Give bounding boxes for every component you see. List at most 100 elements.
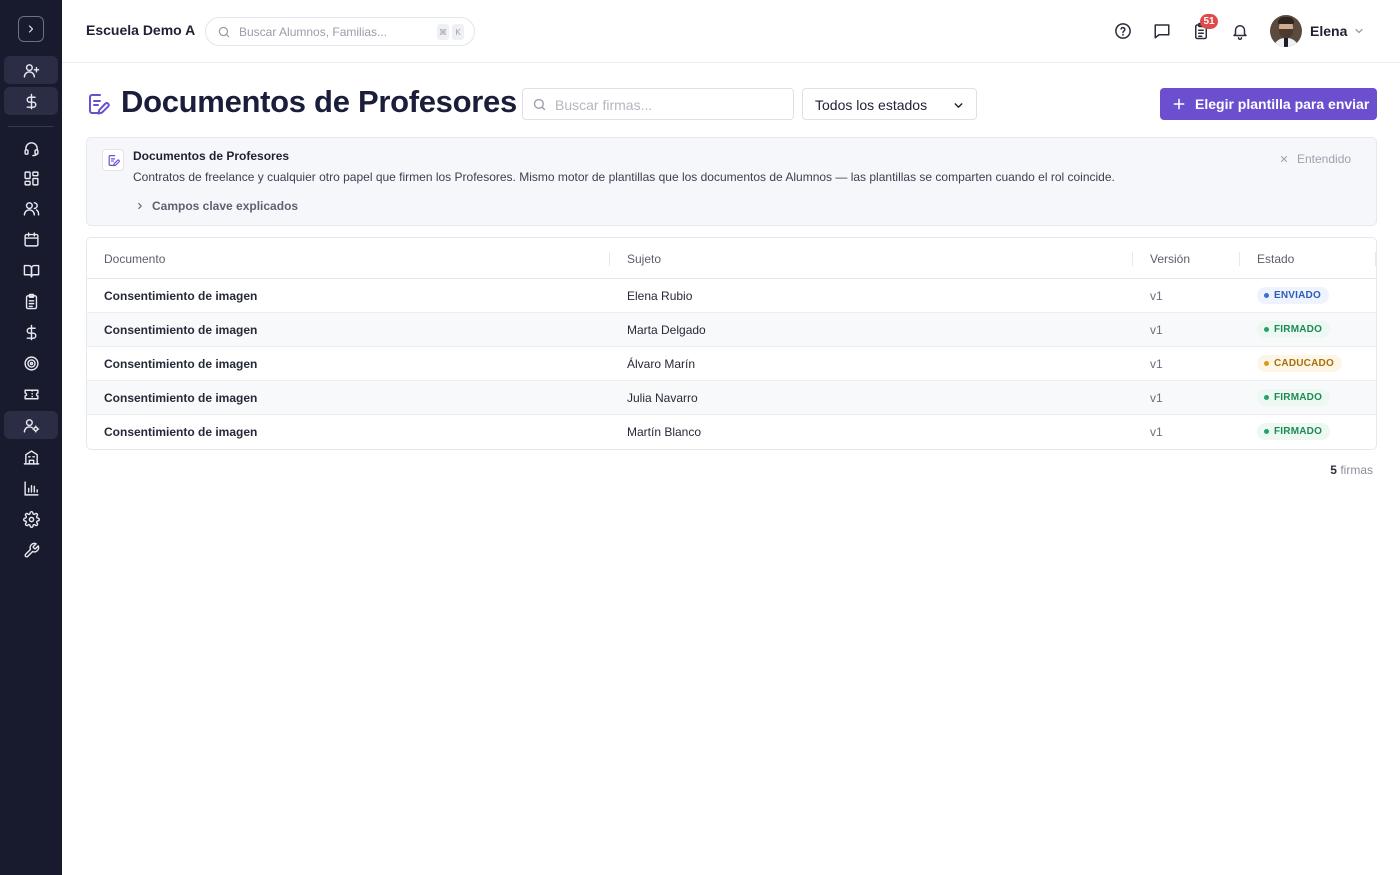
user-avatar[interactable] — [1270, 15, 1302, 47]
choose-template-button[interactable]: Elegir plantilla para enviar — [1160, 88, 1377, 120]
banner-dismiss-label: Entendido — [1297, 152, 1352, 166]
subject-cell: Julia Navarro — [627, 391, 698, 405]
column-resize-handle[interactable] — [1239, 252, 1240, 266]
table-row[interactable]: Consentimiento de imagen Elena Rubio v1 … — [87, 279, 1376, 313]
banner-title: Documentos de Profesores — [133, 149, 290, 163]
target-icon — [23, 355, 39, 371]
status-filter-value: Todos los estados — [815, 97, 928, 113]
table-row[interactable]: Consentimiento de imagen Martín Blanco v… — [87, 415, 1376, 449]
sidebar-item-goals[interactable] — [4, 349, 58, 377]
gear-icon — [22, 510, 40, 528]
column-header-version[interactable]: Versión — [1150, 252, 1190, 266]
wrench-icon — [23, 542, 39, 558]
global-search-input[interactable]: Buscar Alumnos, Familias... ⌘ K — [205, 17, 475, 46]
sidebar-item-reports[interactable] — [4, 474, 58, 502]
table-header: Documento Sujeto Versión Estado — [87, 238, 1376, 279]
sidebar-expand-button[interactable] — [18, 16, 44, 42]
document-cell: Consentimiento de imagen — [104, 289, 258, 303]
status-badge: CADUCADO — [1257, 355, 1342, 372]
choose-template-button-label: Elegir plantilla para enviar — [1195, 96, 1370, 112]
user-name[interactable]: Elena — [1310, 23, 1347, 39]
status-badge-label: FIRMADO — [1274, 426, 1323, 437]
sidebar-item-add-user[interactable] — [4, 56, 58, 84]
table-row[interactable]: Consentimiento de imagen Álvaro Marín v1… — [87, 347, 1376, 381]
sidebar-item-tickets[interactable] — [4, 380, 58, 408]
sidebar-item-school[interactable] — [4, 443, 58, 471]
status-badge-label: CADUCADO — [1274, 358, 1334, 369]
help-button[interactable] — [1112, 20, 1134, 42]
status-filter-select[interactable]: Todos los estados — [802, 88, 977, 120]
key-fields-expander[interactable]: Campos clave explicados — [135, 199, 298, 213]
status-badge-label: FIRMADO — [1274, 324, 1323, 335]
notifications-button[interactable] — [1229, 20, 1251, 42]
sidebar-item-dashboard[interactable] — [4, 164, 58, 192]
document-cell: Consentimiento de imagen — [104, 425, 258, 439]
status-badge: FIRMADO — [1257, 423, 1331, 440]
banner-description: Contratos de freelance y cualquier otro … — [133, 170, 1115, 184]
banner-dismiss-button[interactable]: Entendido — [1279, 152, 1351, 166]
version-cell: v1 — [1150, 357, 1163, 371]
dollar-icon — [26, 93, 36, 109]
signatures-table: Documento Sujeto Versión Estado Consenti… — [86, 237, 1377, 450]
column-resize-handle[interactable] — [609, 252, 610, 266]
signatures-search-placeholder: Buscar firmas... — [555, 97, 653, 113]
status-dot — [1264, 327, 1269, 332]
chevron-right-icon — [28, 25, 34, 33]
sidebar-item-payments[interactable] — [4, 318, 58, 346]
search-icon — [218, 26, 230, 38]
column-header-document[interactable]: Documento — [104, 252, 165, 266]
signatures-count-number: 5 — [1330, 463, 1337, 477]
column-header-subject[interactable]: Sujeto — [627, 252, 661, 266]
top-bar: Escuela Demo A Buscar Alumnos, Familias.… — [62, 0, 1400, 63]
ticket-icon — [23, 389, 39, 399]
plus-icon — [1173, 98, 1185, 110]
version-cell: v1 — [1150, 391, 1163, 405]
sidebar-item-calendar[interactable] — [4, 225, 58, 253]
building-icon — [23, 449, 39, 465]
status-badge: FIRMADO — [1257, 321, 1331, 338]
table-row[interactable]: Consentimiento de imagen Julia Navarro v… — [87, 381, 1376, 415]
subject-cell: Elena Rubio — [627, 289, 693, 303]
column-header-status[interactable]: Estado — [1257, 252, 1294, 266]
status-badge-label: FIRMADO — [1274, 392, 1323, 403]
sidebar-item-tools[interactable] — [4, 536, 58, 564]
column-resize-handle[interactable] — [1132, 252, 1133, 266]
sidebar-item-billing[interactable] — [4, 87, 58, 115]
table-row[interactable]: Consentimiento de imagen Marta Delgado v… — [87, 313, 1376, 347]
subject-cell: Marta Delgado — [627, 323, 706, 337]
dashboard-grid-icon — [23, 170, 39, 186]
users-icon — [23, 201, 39, 216]
message-square-icon — [1154, 24, 1170, 39]
notification-count-badge: 51 — [1200, 14, 1218, 29]
version-cell: v1 — [1150, 289, 1163, 303]
bell-icon — [1233, 25, 1247, 40]
info-banner: Documentos de Profesores Contratos de fr… — [86, 137, 1377, 226]
version-cell: v1 — [1150, 323, 1163, 337]
subject-cell: Martín Blanco — [627, 425, 702, 439]
sidebar-item-settings[interactable] — [4, 505, 58, 533]
headset-icon — [23, 141, 39, 156]
column-resize-handle[interactable] — [1375, 252, 1376, 266]
messages-button[interactable] — [1151, 20, 1173, 42]
status-dot — [1264, 293, 1269, 298]
chevron-down-icon — [954, 103, 963, 108]
document-cell: Consentimiento de imagen — [104, 357, 258, 371]
close-icon — [1280, 155, 1288, 163]
sidebar-item-staff[interactable] — [4, 411, 58, 439]
sidebar-item-courses[interactable] — [4, 256, 58, 284]
signatures-count: 5 firmas — [1330, 463, 1373, 477]
signature-document-icon — [89, 94, 110, 115]
status-badge: ENVIADO — [1257, 287, 1329, 304]
user-settings-icon — [23, 418, 39, 433]
bar-chart-icon — [23, 480, 39, 496]
version-cell: v1 — [1150, 425, 1163, 439]
chevron-down-icon[interactable] — [1353, 25, 1365, 37]
sidebar-item-people[interactable] — [4, 194, 58, 222]
shortcut-key-cmd: ⌘ — [437, 24, 449, 40]
shortcut-key-k: K — [452, 24, 464, 40]
sidebar-item-support[interactable] — [4, 134, 58, 162]
school-name[interactable]: Escuela Demo A — [86, 22, 195, 38]
sidebar-item-tasks[interactable] — [4, 287, 58, 315]
signatures-search-input[interactable]: Buscar firmas... — [522, 88, 794, 120]
document-cell: Consentimiento de imagen — [104, 391, 258, 405]
